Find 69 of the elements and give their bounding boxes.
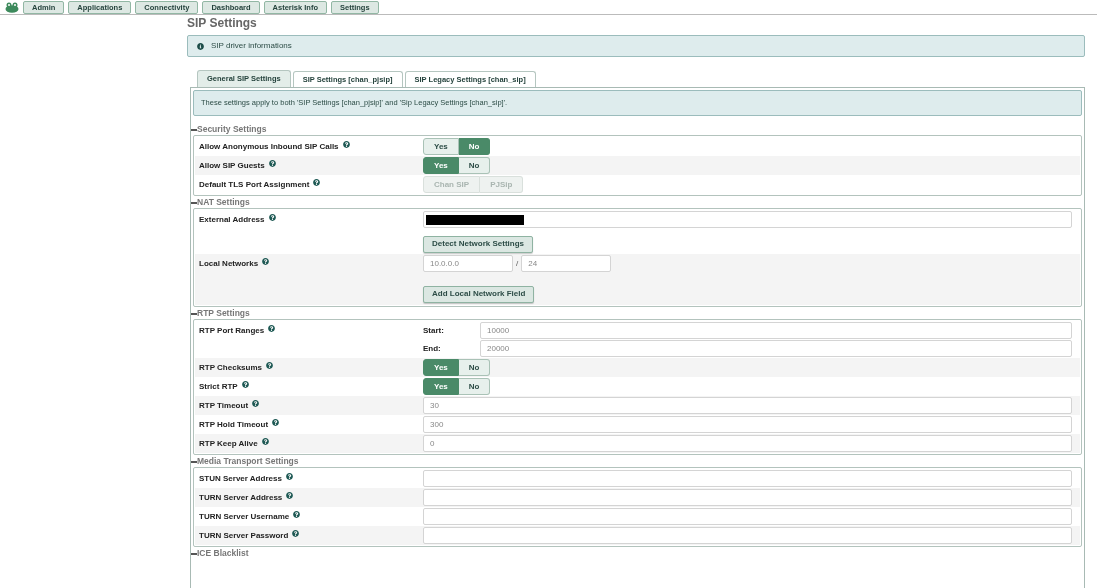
toggle-option[interactable]: Yes [423,359,459,376]
section-title: NAT Settings [197,196,250,209]
setting-label: STUN Server Address [199,473,282,485]
collapse-icon[interactable] [191,312,197,315]
setting-label: RTP Port Ranges [199,325,265,337]
action-button[interactable]: Add Local Network Field [423,285,535,303]
help-icon[interactable] [292,530,300,537]
collapse-icon[interactable] [191,201,197,204]
toggle-option[interactable]: No [458,359,491,376]
section-title: RTP Settings [197,307,250,320]
toggle-option[interactable]: Yes [423,378,459,395]
port-field[interactable]: 20000 [480,340,1072,357]
text-field[interactable]: 30 [423,397,1072,414]
setting-label: Allow Anonymous Inbound SIP Calls [199,141,339,153]
toggle-option[interactable]: No [458,138,491,155]
text-field[interactable] [423,489,1072,506]
help-icon[interactable] [268,214,276,221]
toggle-option[interactable]: Yes [423,157,459,174]
help-icon[interactable] [262,258,270,265]
help-icon[interactable] [261,438,269,445]
collapse-icon[interactable] [191,552,197,555]
help-icon[interactable] [241,381,249,388]
separator-text: / [516,257,519,270]
help-icon[interactable] [286,492,294,499]
section-title: Security Settings [197,123,267,136]
toggle-option[interactable]: Yes [423,138,459,155]
info-text: SIP driver informations [211,40,292,52]
section-title: ICE Blacklist [197,547,249,560]
setting-label: RTP Checksums [199,362,262,374]
text-field[interactable]: 0 [423,435,1072,452]
toggle-option[interactable]: No [458,378,491,395]
help-icon[interactable] [293,511,301,518]
collapse-icon[interactable] [191,128,197,131]
help-icon[interactable] [313,179,321,186]
network-address-field[interactable]: 10.0.0.0 [423,255,513,272]
collapse-icon[interactable] [191,460,197,463]
action-button[interactable]: Detect Network Settings [423,235,534,253]
setting-label: RTP Keep Alive [199,438,258,450]
info-icon [197,42,204,50]
text-field[interactable]: 300 [423,416,1072,433]
setting-label: RTP Hold Timeout [199,419,269,431]
help-icon[interactable] [342,141,350,148]
setting-label: TURN Server Password [199,530,289,542]
text-field[interactable] [423,508,1072,525]
help-icon[interactable] [252,400,260,407]
toggle-option[interactable]: No [458,157,491,174]
help-icon[interactable] [272,419,280,426]
help-icon[interactable] [285,473,293,480]
setting-label: Local Networks [199,258,259,270]
port-field[interactable]: 10000 [480,322,1072,339]
range-label: End: [423,342,442,355]
text-field[interactable] [423,470,1072,487]
setting-label: Allow SIP Guests [199,160,265,172]
setting-label: External Address [199,214,265,226]
page-title: SIP Settings [187,15,258,31]
setting-label: TURN Server Username [199,511,290,523]
range-label: Start: [423,324,445,337]
section-title: Media Transport Settings [197,455,299,468]
help-icon[interactable] [268,325,276,332]
help-icon[interactable] [268,160,276,167]
frog-logo-icon[interactable] [5,1,19,13]
network-mask-field[interactable]: 24 [521,255,612,272]
help-icon[interactable] [266,362,273,369]
setting-label: TURN Server Address [199,492,283,504]
text-field[interactable] [423,211,1072,228]
text-field[interactable] [423,527,1072,544]
setting-label: RTP Timeout [199,400,249,412]
setting-label: Strict RTP [199,381,238,393]
setting-label: Default TLS Port Assignment [199,179,310,191]
